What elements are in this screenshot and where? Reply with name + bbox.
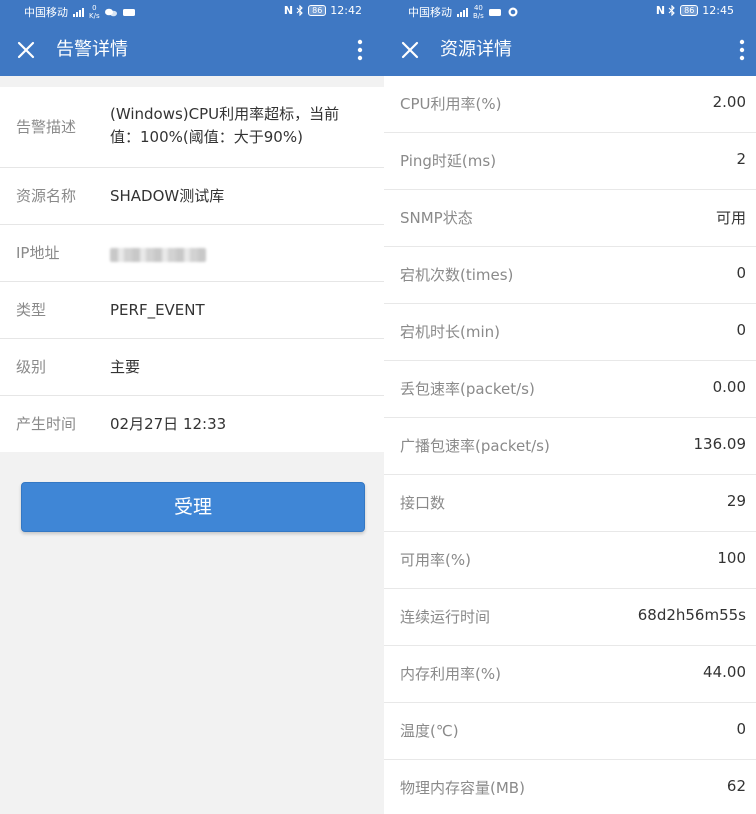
metric-value: 0 <box>736 264 746 282</box>
carrier-label: 中国移动 <box>24 6 68 19</box>
nfc-icon: N <box>655 4 666 17</box>
bluetooth-icon <box>296 5 303 16</box>
metric-label: 广播包速率(packet/s) <box>400 437 550 455</box>
metric-row-temperature: 温度(℃) 0 <box>384 703 756 760</box>
more-vert-icon[interactable] <box>348 38 372 62</box>
status-bar: 中国移动 40 B/s N 86 12:45 <box>384 0 756 24</box>
status-bar: 中国移动 0 K/s N 86 12:42 <box>0 0 384 24</box>
more-vert-icon[interactable] <box>730 38 754 62</box>
metric-label: 接口数 <box>400 494 446 512</box>
metric-value: 100 <box>717 549 746 567</box>
field-row-time: 产生时间 02月27日 12:33 <box>0 396 384 452</box>
metric-value: 62 <box>726 777 746 795</box>
metric-value: 136.09 <box>693 435 747 453</box>
accept-button[interactable]: 受理 <box>21 482 365 532</box>
cloud-icon <box>488 9 501 16</box>
resource-metrics-list: CPU利用率(%) 2.00 Ping时延(ms) 2 SNMP状态 可用 宕机… <box>384 76 756 814</box>
wechat-icon <box>104 8 117 17</box>
metric-value: 0 <box>736 720 746 738</box>
field-value: 主要 <box>110 358 141 376</box>
metric-label: 物理内存容量(MB) <box>400 779 525 797</box>
battery-icon: 86 <box>680 5 699 16</box>
metric-value: 2.00 <box>712 93 746 111</box>
close-icon[interactable] <box>398 38 422 62</box>
signal-icon <box>457 8 468 17</box>
metric-row-packet-loss: 丢包速率(packet/s) 0.00 <box>384 361 756 418</box>
ip-address-redacted <box>110 246 368 269</box>
metric-value: 0.00 <box>712 378 746 396</box>
metric-value: 29 <box>726 492 746 510</box>
app-bar: 告警详情 <box>0 24 384 76</box>
metric-row-snmp: SNMP状态 可用 <box>384 190 756 247</box>
metric-value: 2 <box>736 150 746 168</box>
metric-label: 连续运行时间 <box>400 608 491 626</box>
field-value: (Windows)CPU利用率超标，当前值：100%(阈值：大于90%) <box>110 105 340 146</box>
nfc-icon: N <box>283 4 294 17</box>
alert-detail-list: 告警描述 (Windows)CPU利用率超标，当前值：100%(阈值：大于90%… <box>0 87 384 452</box>
metric-row-ping: Ping时延(ms) 2 <box>384 133 756 190</box>
battery-icon: 86 <box>308 5 327 16</box>
metric-label: 宕机次数(times) <box>400 266 514 284</box>
field-label: 级别 <box>16 358 47 376</box>
metric-label: SNMP状态 <box>400 209 473 227</box>
metric-label: 宕机时长(min) <box>400 323 500 341</box>
metric-label: Ping时延(ms) <box>400 152 497 170</box>
page-title: 资源详情 <box>440 39 512 60</box>
field-label: 产生时间 <box>16 415 77 433</box>
metric-row-interfaces: 接口数 29 <box>384 475 756 532</box>
metric-row-uptime: 连续运行时间 68d2h56m55s <box>384 589 756 646</box>
metric-label: 可用率(%) <box>400 551 471 569</box>
field-label: 资源名称 <box>16 187 77 205</box>
metric-row-down-duration: 宕机时长(min) 0 <box>384 304 756 361</box>
metric-row-memory: 内存利用率(%) 44.00 <box>384 646 756 703</box>
metric-label: 内存利用率(%) <box>400 665 501 683</box>
metric-label: 温度(℃) <box>400 722 459 740</box>
field-value: 02月27日 12:33 <box>110 415 227 433</box>
resource-detail-screen: 中国移动 40 B/s N 86 12:45 资源详情 CPU利用率(%) 2.0… <box>384 0 756 814</box>
field-label: 告警描述 <box>16 118 77 136</box>
cloud-icon <box>122 9 135 16</box>
metric-row-physical-memory: 物理内存容量(MB) 62 <box>384 760 756 814</box>
close-icon[interactable] <box>14 38 38 62</box>
metric-value: 0 <box>736 321 746 339</box>
net-speed: 40 B/s <box>473 4 484 20</box>
field-row-type: 类型 PERF_EVENT <box>0 282 384 339</box>
metric-value: 可用 <box>715 209 746 227</box>
bluetooth-icon <box>668 5 675 16</box>
metric-label: CPU利用率(%) <box>400 95 502 113</box>
field-value: PERF_EVENT <box>110 301 205 319</box>
net-speed: 0 K/s <box>89 4 100 20</box>
app-bar: 资源详情 <box>384 24 756 76</box>
carrier-label: 中国移动 <box>408 6 452 19</box>
app-notification-icon <box>508 7 518 17</box>
metric-label: 丢包速率(packet/s) <box>400 380 535 398</box>
page-title: 告警详情 <box>56 39 128 60</box>
alert-detail-screen: 中国移动 0 K/s N 86 12:42 告警详情 告警描述 (Windows)… <box>0 0 384 814</box>
clock: 12:45 <box>702 4 734 17</box>
metric-row-cpu: CPU利用率(%) 2.00 <box>384 76 756 133</box>
metric-row-down-count: 宕机次数(times) 0 <box>384 247 756 304</box>
metric-value: 44.00 <box>703 663 746 681</box>
metric-row-broadcast: 广播包速率(packet/s) 136.09 <box>384 418 756 475</box>
metric-value: 68d2h56m55s <box>637 606 746 624</box>
field-row-resource-name: 资源名称 SHADOW测试库 <box>0 168 384 225</box>
field-label: IP地址 <box>16 244 60 262</box>
field-row-level: 级别 主要 <box>0 339 384 396</box>
field-value: SHADOW测试库 <box>110 187 225 205</box>
field-row-description: 告警描述 (Windows)CPU利用率超标，当前值：100%(阈值：大于90%… <box>0 87 384 168</box>
field-row-ip-address: IP地址 <box>0 225 384 282</box>
metric-row-availability: 可用率(%) 100 <box>384 532 756 589</box>
clock: 12:42 <box>330 4 362 17</box>
signal-icon <box>73 8 84 17</box>
field-label: 类型 <box>16 301 47 319</box>
